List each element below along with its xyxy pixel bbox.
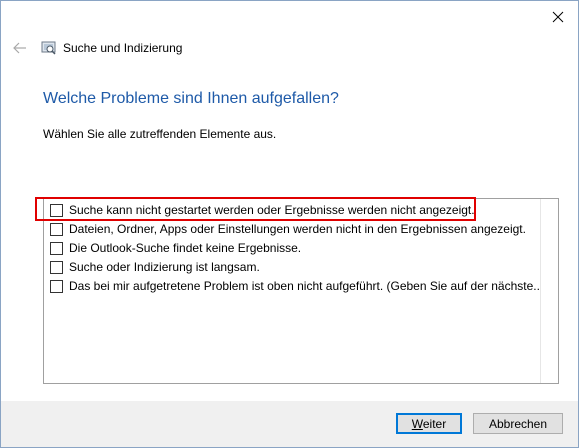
window-title: Suche und Indizierung <box>63 41 183 55</box>
checkbox[interactable] <box>50 241 63 255</box>
instruction-text: Wählen Sie alle zutreffenden Elemente au… <box>43 127 277 141</box>
list-scrollbar[interactable] <box>540 199 558 383</box>
option-label: Suche oder Indizierung ist langsam. <box>69 260 260 274</box>
option-label: Die Outlook-Suche findet keine Ergebniss… <box>69 241 302 255</box>
close-button[interactable] <box>546 7 570 27</box>
option-search-slow[interactable]: Suche oder Indizierung ist langsam. <box>50 258 260 276</box>
title-bar: Suche und Indizierung <box>11 37 182 59</box>
cancel-button-label: Abbrechen <box>488 416 548 431</box>
next-button-label: Weiter <box>411 416 447 431</box>
option-label: Suche kann nicht gestartet werden oder E… <box>69 203 475 217</box>
button-bar: Weiter Abbrechen <box>1 401 578 447</box>
option-label: Das bei mir aufgetretene Problem ist obe… <box>69 279 544 293</box>
checkbox[interactable] <box>50 279 63 293</box>
cancel-button[interactable]: Abbrechen <box>473 413 563 434</box>
dialog-window: Suche und Indizierung Welche Probleme si… <box>0 0 579 448</box>
option-outlook-search[interactable]: Die Outlook-Suche findet keine Ergebniss… <box>50 239 301 257</box>
page-heading: Welche Probleme sind Ihnen aufgefallen? <box>43 90 339 107</box>
back-arrow-icon <box>13 42 26 54</box>
back-button[interactable] <box>11 39 29 57</box>
checkbox[interactable] <box>50 222 63 236</box>
option-search-not-starting[interactable]: Suche kann nicht gestartet werden oder E… <box>50 201 475 219</box>
checkbox[interactable] <box>50 203 63 217</box>
option-problem-not-listed[interactable]: Das bei mir aufgetretene Problem ist obe… <box>50 277 543 295</box>
next-button[interactable]: Weiter <box>396 413 462 434</box>
search-indexing-icon <box>41 40 57 56</box>
checkbox[interactable] <box>50 260 63 274</box>
option-label: Dateien, Ordner, Apps oder Einstellungen… <box>69 222 526 236</box>
close-icon <box>552 11 564 23</box>
problem-list: Suche kann nicht gestartet werden oder E… <box>43 198 559 384</box>
option-files-not-in-results[interactable]: Dateien, Ordner, Apps oder Einstellungen… <box>50 220 526 238</box>
